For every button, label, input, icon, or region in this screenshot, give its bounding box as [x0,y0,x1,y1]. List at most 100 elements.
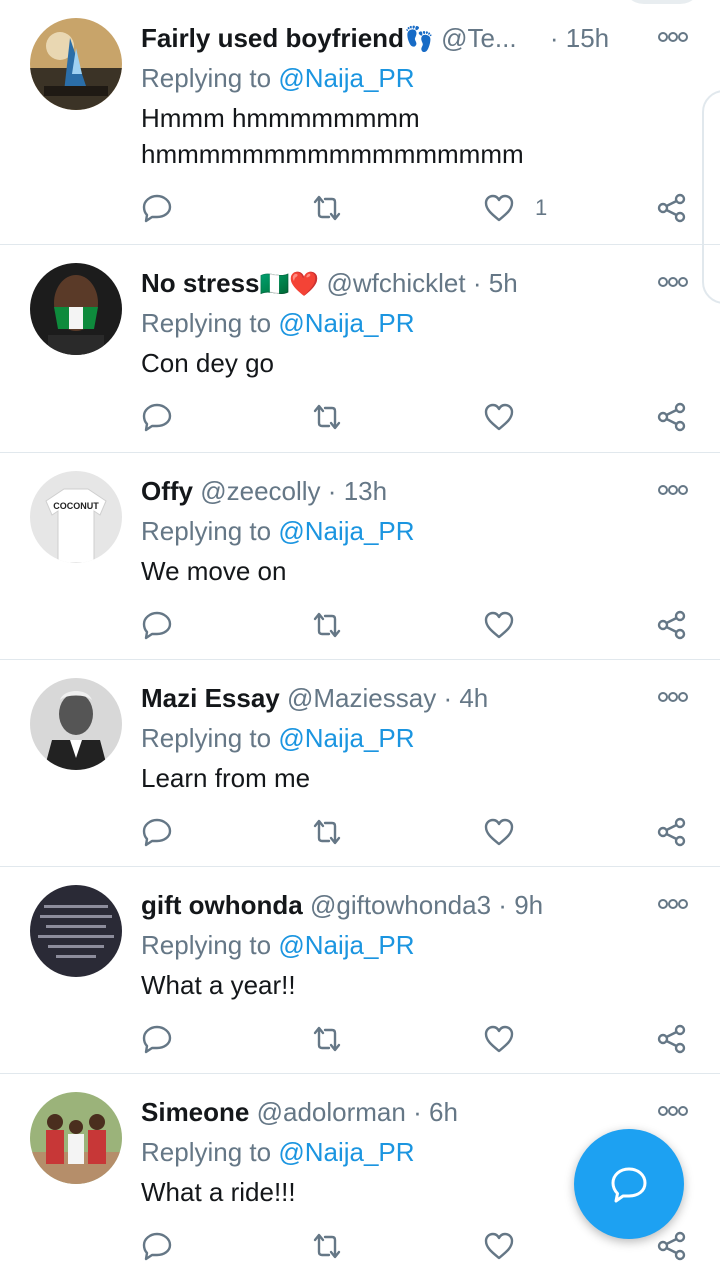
timestamp[interactable]: 9h [514,890,543,920]
separator-dot: · [498,890,507,920]
tweet-header: Offy @zeecolly · 13h [141,475,648,507]
replying-to-handle[interactable]: @Naija_PR [278,308,414,338]
separator-dot: · [472,268,482,298]
avatar[interactable] [30,678,122,770]
reply-button[interactable] [141,188,173,228]
timestamp[interactable]: 4h [459,683,488,713]
tweet-item[interactable]: gift owhonda @giftowhonda3 · 9h Replying… [0,867,720,1074]
more-icon[interactable] [658,275,688,289]
reply-button[interactable] [141,812,173,852]
tweet-item[interactable]: Mazi Essay @Maziessay · 4h Replying to @… [0,660,720,867]
separator-dot: · [327,476,337,506]
retweet-button[interactable] [311,1019,343,1059]
reply-button[interactable] [141,397,173,437]
retweet-button[interactable] [311,1226,343,1266]
more-icon[interactable] [658,690,688,704]
retweet-icon [313,819,341,845]
replying-to: Replying to @Naija_PR [141,515,415,547]
like-button[interactable] [483,397,535,437]
display-name[interactable]: Mazi Essay [141,683,280,713]
tweet-header: Fairly used boyfriend👣 @Te... · 15h [141,22,648,56]
share-icon [657,402,686,432]
more-icon[interactable] [658,1104,688,1118]
tweet-text: Con dey go [141,348,274,378]
replying-to-label: Replying to [141,930,272,960]
user-handle[interactable]: @zeecolly [200,476,320,506]
share-button[interactable] [656,397,688,437]
timestamp[interactable]: 5h [489,268,518,298]
like-button[interactable] [483,812,535,852]
replying-to-handle[interactable]: @Naija_PR [278,723,414,753]
replying-to: Replying to @Naija_PR [141,929,415,961]
share-button[interactable] [656,812,688,852]
like-button[interactable] [483,1019,535,1059]
share-button[interactable] [656,1019,688,1059]
replying-to: Replying to @Naija_PR [141,62,415,94]
user-handle[interactable]: @adolorman [257,1097,406,1127]
heart-icon [484,818,514,846]
timestamp[interactable]: 6h [429,1097,458,1127]
user-handle[interactable]: @Maziessay [287,683,436,713]
share-button[interactable] [656,188,688,228]
tweet-text: Hmmm hmmmmmmmm hmmmmmmmmmmmmmmmmm [141,103,524,169]
tweet-actions [0,397,720,437]
heart-icon [484,611,514,639]
reply-button[interactable] [141,1019,173,1059]
tweet-item[interactable]: No stress🇳🇬❤️ @wfchicklet · 5h Replying … [0,245,720,453]
replying-to: Replying to @Naija_PR [141,722,415,754]
replying-to-handle[interactable]: @Naija_PR [278,1137,414,1167]
separator-dot: · [549,23,559,53]
replying-to-handle[interactable]: @Naija_PR [278,63,414,93]
replying-to-label: Replying to [141,723,272,753]
timestamp[interactable]: 13h [344,476,387,506]
avatar[interactable]: COCONUT [30,471,122,563]
avatar[interactable] [30,1092,122,1184]
replying-to-label: Replying to [141,1137,272,1167]
retweet-button[interactable] [311,188,343,228]
heart-icon [484,194,514,222]
more-icon[interactable] [658,897,688,911]
reply-button[interactable] [141,605,173,645]
replying-to-handle[interactable]: @Naija_PR [278,930,414,960]
retweet-icon [313,404,341,430]
user-handle[interactable]: @Te... [441,23,517,53]
timestamp[interactable]: 15h [566,23,609,53]
share-button[interactable] [656,1226,688,1266]
name-emoji: 🇳🇬❤️ [259,271,320,298]
avatar[interactable] [30,885,122,977]
tweet-actions: 1 [0,188,720,228]
replying-to-handle[interactable]: @Naija_PR [278,516,414,546]
display-name[interactable]: Offy [141,476,193,506]
retweet-button[interactable] [311,605,343,645]
display-name[interactable]: Simeone [141,1097,249,1127]
user-handle[interactable]: @wfchicklet [327,268,466,298]
reply-button[interactable] [141,1226,173,1266]
replying-to: Replying to @Naija_PR [141,1136,415,1168]
retweet-button[interactable] [311,812,343,852]
display-name[interactable]: gift owhonda [141,890,303,920]
share-button[interactable] [656,605,688,645]
like-button[interactable]: 1 [483,188,547,228]
avatar[interactable] [30,18,122,110]
like-button[interactable] [483,1226,535,1266]
heart-icon [484,1025,514,1053]
tweet-item[interactable]: Fairly used boyfriend👣 @Te... · 15h Repl… [0,0,720,245]
heart-icon [484,1232,514,1260]
retweet-icon [313,195,341,221]
compose-reply-button[interactable] [574,1129,684,1239]
more-icon[interactable] [658,30,688,44]
separator-dot: · [413,1097,422,1127]
retweet-button[interactable] [311,397,343,437]
tweet-item[interactable]: COCONUT Offy @zeecolly · 13h Replying to… [0,453,720,660]
compose-reply-icon [611,1167,647,1203]
reply-icon [142,1025,172,1054]
avatar[interactable] [30,263,122,355]
share-icon [657,193,686,223]
more-icon[interactable] [658,483,688,497]
share-icon [657,1024,686,1054]
user-handle[interactable]: @giftowhonda3 [310,890,491,920]
like-button[interactable] [483,605,535,645]
display-name[interactable]: No stress [141,268,260,298]
reply-icon [142,403,172,432]
display-name[interactable]: Fairly used boyfriend [141,23,404,53]
